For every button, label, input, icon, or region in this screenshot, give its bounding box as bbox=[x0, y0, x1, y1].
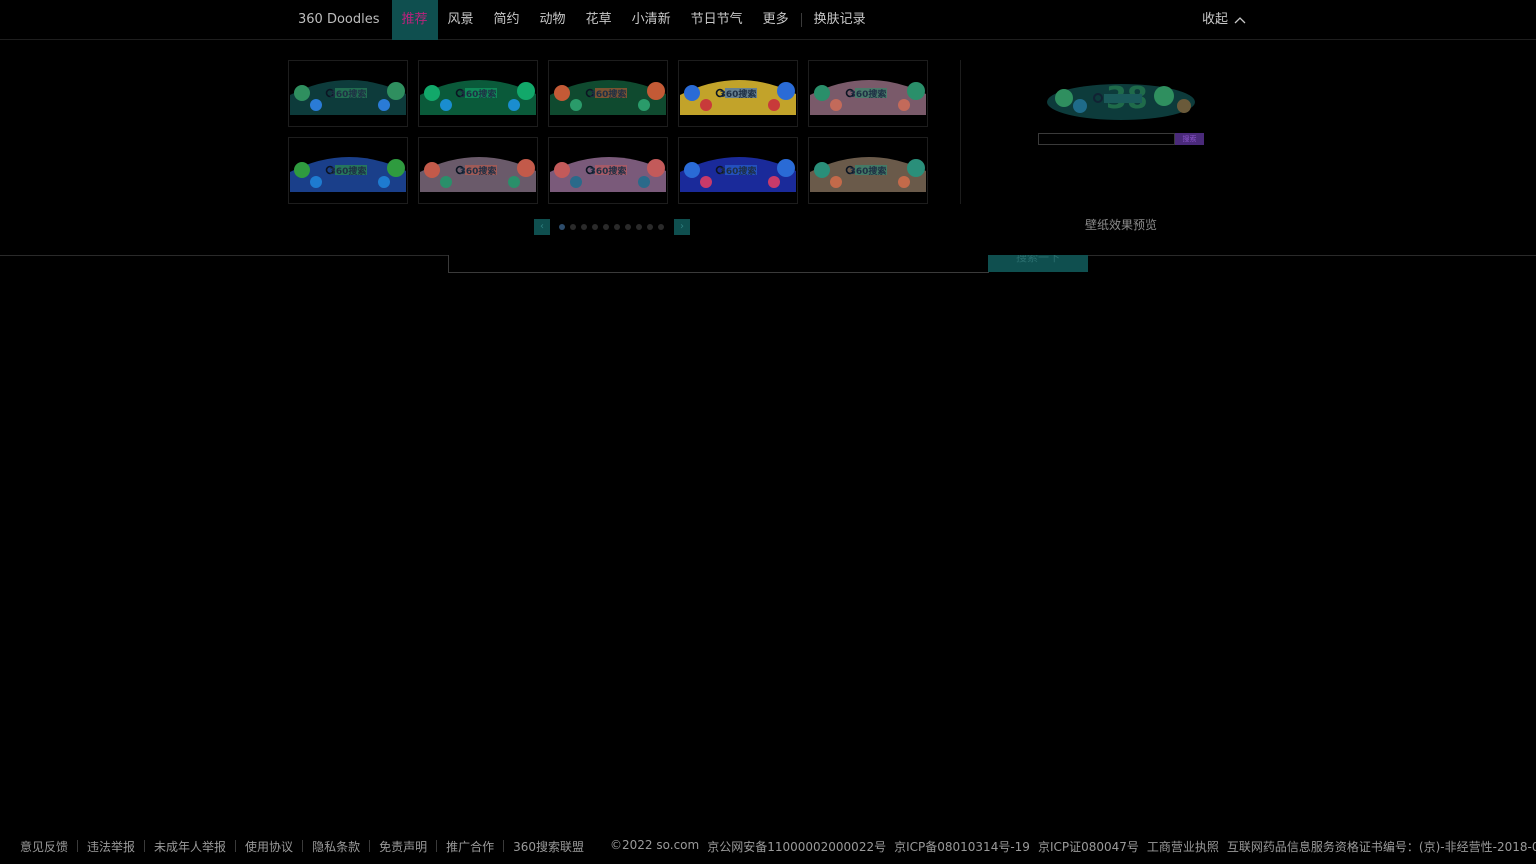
tab-scenery[interactable]: 风景 bbox=[438, 0, 484, 40]
skin-thumbnail-logo-text: 360搜索 bbox=[459, 167, 497, 177]
page-dot[interactable] bbox=[570, 224, 576, 230]
next-page-button[interactable]: › bbox=[674, 219, 690, 235]
skin-category-nav: 360 Doodles 推荐 风景 简约 动物 花草 小清新 节日节气 更多 换… bbox=[288, 0, 876, 40]
top-nav: 360 Doodles 推荐 风景 简约 动物 花草 小清新 节日节气 更多 换… bbox=[0, 0, 1536, 40]
skin-thumbnail-grid: 360搜索 360搜索 360搜索 360搜索 360搜索 360搜索 360搜索 360搜索… bbox=[288, 60, 928, 204]
footer-divider bbox=[77, 840, 79, 852]
footer-divider bbox=[302, 840, 304, 852]
skin-thumbnail[interactable]: 360搜索 bbox=[808, 137, 928, 204]
page-dot[interactable] bbox=[658, 224, 664, 230]
skin-thumbnail[interactable]: 360搜索 bbox=[548, 60, 668, 127]
skin-thumbnail[interactable]: 360搜索 bbox=[418, 137, 538, 204]
skin-thumbnail-logo-text: 360搜索 bbox=[849, 90, 887, 100]
search-input[interactable] bbox=[448, 255, 989, 273]
tab-recommend[interactable]: 推荐 bbox=[391, 0, 438, 40]
copyright-text: ©2022 so.com bbox=[610, 837, 700, 852]
nav-divider bbox=[800, 13, 802, 27]
skin-history-link[interactable]: 换肤记录 bbox=[804, 0, 876, 40]
skin-thumbnail[interactable]: 360搜索 bbox=[678, 60, 798, 127]
skin-panel: 360搜索 360搜索 360搜索 360搜索 360搜索 360搜索 360搜索 360搜索… bbox=[0, 40, 1536, 256]
collapse-button[interactable]: 收起 bbox=[1202, 0, 1246, 40]
page-dot[interactable] bbox=[625, 224, 631, 230]
panel-divider bbox=[960, 60, 961, 204]
skin-thumbnail-logo-text: 360搜索 bbox=[719, 90, 757, 100]
footer-link-privacy[interactable]: 隐私条款 bbox=[312, 838, 360, 855]
skin-thumbnail-logo-text: 360搜索 bbox=[589, 167, 627, 177]
nav-brand-360-doodles[interactable]: 360 Doodles bbox=[288, 0, 392, 40]
skin-thumbnail[interactable]: 360搜索 bbox=[418, 60, 538, 127]
tab-more[interactable]: 更多 bbox=[753, 0, 799, 40]
tab-fresh[interactable]: 小清新 bbox=[622, 0, 681, 40]
skin-thumbnail-logo-text: 360搜索 bbox=[329, 167, 367, 177]
skin-thumbnail[interactable]: 360搜索 bbox=[678, 137, 798, 204]
chevron-up-icon bbox=[1234, 16, 1246, 24]
pagination: ‹ › bbox=[534, 219, 690, 235]
preview-doodle-image: 38 bbox=[1044, 76, 1198, 122]
prev-page-button[interactable]: ‹ bbox=[534, 219, 550, 235]
footer-link-police-record[interactable]: 京公网安备11000002000022号 bbox=[707, 838, 886, 855]
page-dot[interactable] bbox=[614, 224, 620, 230]
footer-divider bbox=[144, 840, 146, 852]
skin-thumbnail-logo-text: 360搜索 bbox=[589, 90, 627, 100]
footer: 意见反馈 违法举报 未成年人举报 使用协议 隐私条款 免责声明 推广合作 360… bbox=[20, 836, 1536, 856]
footer-link-minor-report[interactable]: 未成年人举报 bbox=[154, 838, 226, 855]
skin-thumbnail-logo-text: 360搜索 bbox=[849, 167, 887, 177]
footer-divider bbox=[436, 840, 438, 852]
tab-animals[interactable]: 动物 bbox=[530, 0, 576, 40]
preview-search-button: 搜索 bbox=[1175, 133, 1204, 145]
footer-link-icp-license[interactable]: 京ICP证080047号 bbox=[1038, 838, 1139, 855]
footer-link-business-license[interactable]: 工商营业执照 bbox=[1147, 838, 1219, 855]
skin-thumbnail-logo-text: 360搜索 bbox=[719, 167, 757, 177]
skin-thumbnail[interactable]: 360搜索 bbox=[288, 137, 408, 204]
preview-search-box bbox=[1038, 133, 1175, 145]
footer-divider bbox=[503, 840, 505, 852]
footer-link-icp-record[interactable]: 京ICP备08010314号-19 bbox=[894, 838, 1030, 855]
page-dot[interactable] bbox=[647, 224, 653, 230]
footer-link-partnership[interactable]: 推广合作 bbox=[446, 838, 494, 855]
wallpaper-preview: 38 搜索 bbox=[1038, 70, 1204, 150]
page-dots bbox=[559, 224, 664, 230]
skin-thumbnail[interactable]: 360搜索 bbox=[288, 60, 408, 127]
collapse-label: 收起 bbox=[1202, 12, 1229, 27]
skin-thumbnail-logo-text: 360搜索 bbox=[459, 90, 497, 100]
skin-thumbnail[interactable]: 360搜索 bbox=[808, 60, 928, 127]
tab-flowers[interactable]: 花草 bbox=[576, 0, 622, 40]
skin-thumbnail-logo-text: 360搜索 bbox=[329, 90, 367, 100]
preview-label: 壁纸效果预览 bbox=[1084, 218, 1157, 232]
footer-divider bbox=[369, 840, 371, 852]
skin-thumbnail[interactable]: 360搜索 bbox=[548, 137, 668, 204]
footer-link-terms[interactable]: 使用协议 bbox=[245, 838, 293, 855]
footer-link-alliance[interactable]: 360搜索联盟 bbox=[513, 838, 584, 855]
tab-simple[interactable]: 简约 bbox=[484, 0, 530, 40]
page-dot[interactable] bbox=[636, 224, 642, 230]
footer-link-feedback[interactable]: 意见反馈 bbox=[20, 838, 68, 855]
footer-copyright: ©2022 so.com 京公网安备11000002000022号 京ICP备0… bbox=[610, 838, 1536, 855]
search-button[interactable]: 搜索一下 bbox=[988, 255, 1088, 272]
page-dot[interactable] bbox=[581, 224, 587, 230]
footer-link-drug-license[interactable]: 互联网药品信息服务资格证书编号：(京)-非经营性-2018-0012 bbox=[1227, 838, 1536, 855]
footer-divider bbox=[235, 840, 237, 852]
footer-link-report[interactable]: 违法举报 bbox=[87, 838, 135, 855]
page-dot[interactable] bbox=[592, 224, 598, 230]
footer-link-disclaimer[interactable]: 免责声明 bbox=[379, 838, 427, 855]
tab-festivals[interactable]: 节日节气 bbox=[681, 0, 753, 40]
page-dot[interactable] bbox=[559, 224, 565, 230]
page-dot[interactable] bbox=[603, 224, 609, 230]
